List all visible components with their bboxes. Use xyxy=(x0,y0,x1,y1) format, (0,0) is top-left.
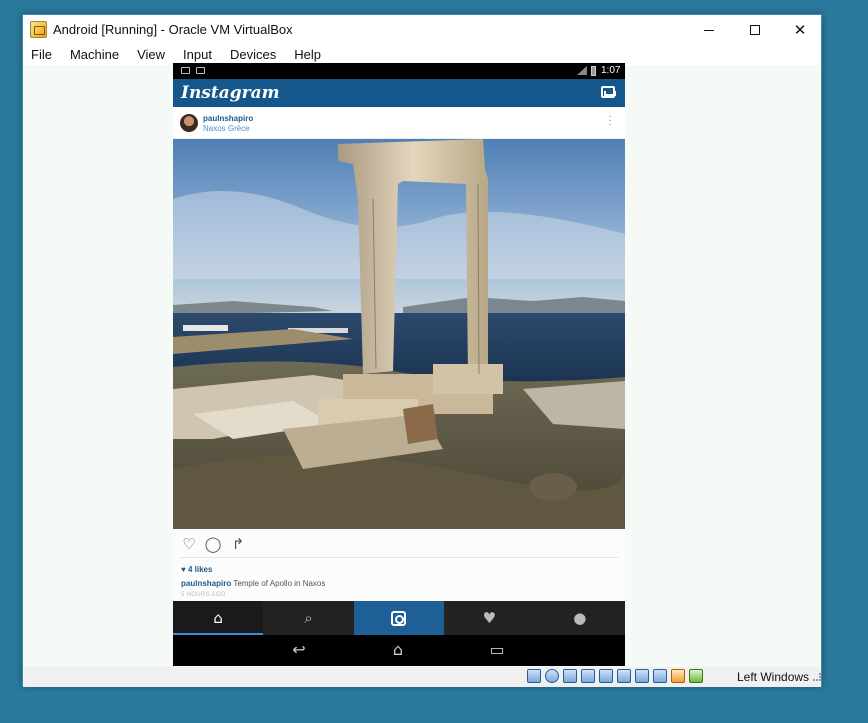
battery-icon xyxy=(591,66,596,76)
tab-search[interactable]: ⌕ xyxy=(263,601,353,635)
mouse-integration-icon[interactable] xyxy=(689,669,703,683)
network-icon[interactable] xyxy=(581,669,595,683)
post-location[interactable]: Naxos Grèce xyxy=(203,124,250,133)
camera-icon xyxy=(391,610,407,626)
maximize-button[interactable] xyxy=(732,15,778,45)
more-options-icon[interactable]: · · · xyxy=(605,112,615,130)
minimize-button[interactable] xyxy=(686,15,732,45)
post-time: 5 HOURS AGO xyxy=(181,592,226,598)
menu-machine[interactable]: Machine xyxy=(70,45,127,65)
notification-image-icon xyxy=(181,67,190,74)
instagram-header: Instagram xyxy=(173,79,625,107)
notification-camera-icon xyxy=(196,67,205,74)
status-time: 1:07 xyxy=(601,65,621,76)
heart-outline-icon[interactable]: ♡ xyxy=(180,535,198,553)
divider xyxy=(180,557,618,558)
post-actions: ♡ ◯ ↱ ♥ 4 likes paulnshapiro Temple of A… xyxy=(173,529,625,601)
menu-bar: File Machine View Input Devices Help xyxy=(23,45,821,65)
shared-folders-icon[interactable] xyxy=(617,669,631,683)
window-title: Android [Running] - Oracle VM VirtualBox xyxy=(53,22,293,37)
back-icon[interactable]: ↩ xyxy=(284,640,314,660)
home-icon: ⌂ xyxy=(213,609,223,627)
android-status-bar: 1:07 xyxy=(173,63,625,79)
instagram-tab-bar: ⌂ ⌕ ♥ ● xyxy=(173,601,625,635)
menu-input[interactable]: Input xyxy=(183,45,220,65)
virtualbox-app-icon[interactable] xyxy=(30,21,47,38)
caption-text: Temple of Apollo in Naxos xyxy=(231,579,326,588)
post-photo[interactable] xyxy=(173,139,625,529)
post-header: paulnshapiro Naxos Grèce · · · xyxy=(173,107,625,139)
profile-icon: ● xyxy=(573,609,587,627)
menu-file[interactable]: File xyxy=(31,45,60,65)
title-bar[interactable]: Android [Running] - Oracle VM VirtualBox… xyxy=(23,15,821,45)
tab-profile[interactable]: ● xyxy=(535,601,625,635)
usb-icon[interactable] xyxy=(599,669,613,683)
search-icon: ⌕ xyxy=(304,609,313,627)
activity-icon: ♥ xyxy=(482,609,497,627)
tab-camera[interactable] xyxy=(353,601,445,635)
menu-devices[interactable]: Devices xyxy=(230,45,284,65)
temple-photo-image xyxy=(173,139,625,529)
virtualbox-window: Android [Running] - Oracle VM VirtualBox… xyxy=(22,14,822,687)
device-status-icons xyxy=(527,669,707,683)
resize-grip[interactable] xyxy=(813,673,821,681)
instagram-logo: Instagram xyxy=(181,83,280,103)
inbox-icon[interactable] xyxy=(601,86,616,98)
home-nav-icon[interactable]: ⌂ xyxy=(383,640,413,660)
audio-icon[interactable] xyxy=(563,669,577,683)
tab-activity[interactable]: ♥ xyxy=(444,601,534,635)
vbox-status-bar: Left Windows xyxy=(23,667,821,687)
android-screen[interactable]: 1:07 Instagram paulnshapiro Naxos Grèce … xyxy=(173,63,625,666)
share-icon[interactable]: ↱ xyxy=(229,535,247,553)
minimize-icon xyxy=(704,29,714,31)
menu-help[interactable]: Help xyxy=(294,45,329,65)
cpu-icon[interactable] xyxy=(671,669,685,683)
android-nav-bar: ↩ ⌂ ▭ xyxy=(173,635,625,666)
avatar[interactable] xyxy=(180,114,198,132)
optical-drive-icon[interactable] xyxy=(545,669,559,683)
close-icon: ✕ xyxy=(793,21,807,39)
comment-icon[interactable]: ◯ xyxy=(204,535,222,553)
display-icon[interactable] xyxy=(635,669,649,683)
post-username[interactable]: paulnshapiro xyxy=(203,114,253,123)
recent-apps-icon[interactable]: ▭ xyxy=(482,640,512,660)
hard-disk-icon[interactable] xyxy=(527,669,541,683)
maximize-icon xyxy=(750,25,760,35)
close-button[interactable]: ✕ xyxy=(777,15,823,45)
menu-view[interactable]: View xyxy=(137,45,173,65)
tab-home[interactable]: ⌂ xyxy=(173,601,264,635)
video-capture-icon[interactable] xyxy=(653,669,667,683)
caption-username[interactable]: paulnshapiro xyxy=(181,579,231,588)
post-caption: paulnshapiro Temple of Apollo in Naxos xyxy=(181,579,325,588)
likes-count[interactable]: ♥ 4 likes xyxy=(181,565,212,574)
signal-icon xyxy=(577,66,587,75)
host-key-label: Left Windows xyxy=(737,670,810,684)
